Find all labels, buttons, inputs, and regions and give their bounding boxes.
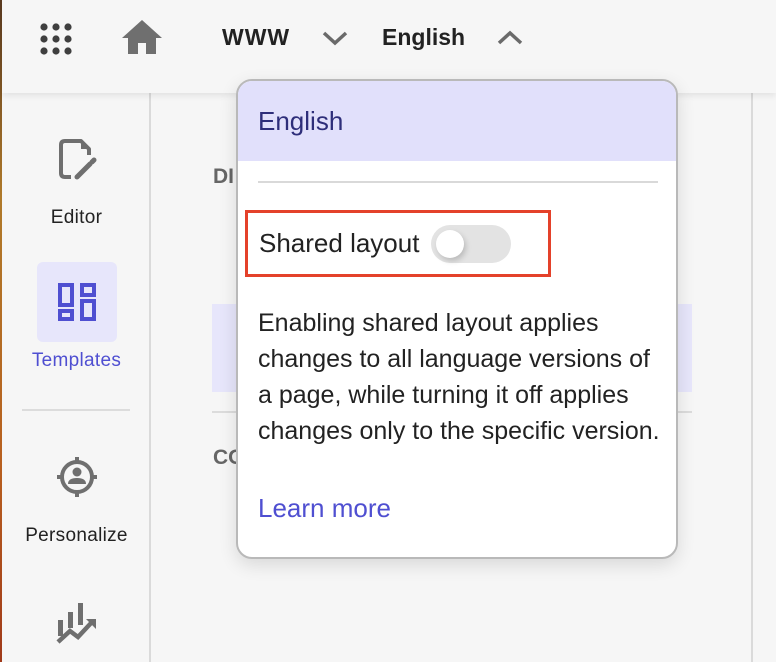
- apps-grid-icon[interactable]: [39, 22, 73, 56]
- sidebar-item-templates[interactable]: Templates: [2, 262, 151, 372]
- shared-layout-toggle[interactable]: [431, 224, 512, 263]
- templates-icon-wrap: [36, 262, 117, 342]
- popover-divider: [258, 181, 658, 183]
- language-selector-label: English: [382, 24, 466, 50]
- analytics-icon-wrap: [37, 583, 117, 662]
- language-selector[interactable]: English: [382, 24, 523, 51]
- learn-more-link[interactable]: Learn more: [258, 493, 391, 524]
- shared-layout-label: Shared layout: [259, 228, 420, 258]
- target-person-icon: [56, 457, 97, 497]
- sidebar-item-label: Templates: [31, 350, 122, 371]
- sidebar-item-label: Personalize: [25, 525, 128, 546]
- chevron-up-icon: [497, 30, 523, 44]
- language-popover: English Shared layout Enabling shared la…: [236, 79, 678, 559]
- chevron-down-icon: [322, 31, 348, 45]
- personalize-icon-wrap: [37, 437, 117, 517]
- site-selector-label: WWW: [222, 24, 291, 50]
- toggle-knob: [436, 229, 465, 258]
- shared-layout-row: Shared layout: [245, 210, 551, 277]
- shared-layout-description: Enabling shared layout applies changes t…: [258, 309, 660, 445]
- home-icon[interactable]: [121, 19, 163, 55]
- editor-icon-wrap: [37, 119, 117, 199]
- sidebar-item-editor[interactable]: Editor: [2, 119, 151, 229]
- analytics-chart-icon: [55, 603, 96, 644]
- side-navigation: Editor Templates Personalize: [2, 93, 151, 662]
- sidebar-divider: [22, 409, 130, 411]
- language-option-selected[interactable]: English: [238, 81, 676, 161]
- sidebar-item-label: Editor: [50, 207, 103, 228]
- edit-document-icon: [58, 139, 96, 180]
- dashboard-layout-icon: [57, 283, 96, 321]
- sidebar-item-personalize[interactable]: Personalize: [2, 437, 151, 547]
- site-selector[interactable]: WWW: [222, 24, 348, 51]
- sidebar-item-analytics[interactable]: [2, 583, 151, 662]
- section-heading: DI: [213, 165, 234, 188]
